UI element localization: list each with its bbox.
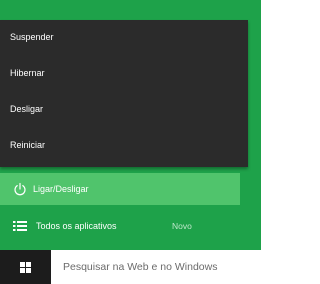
menu-item-hibernate[interactable]: Hibernar: [10, 63, 45, 83]
search-box[interactable]: [51, 250, 261, 284]
all-apps-label: Todos os aplicativos: [36, 221, 117, 231]
power-options-menu: Suspender Hibernar Desligar Reiniciar: [0, 20, 248, 167]
all-apps-list-icon: [13, 221, 27, 231]
windows-logo-icon[interactable]: [20, 262, 31, 273]
new-badge: Novo: [172, 221, 192, 231]
menu-item-restart[interactable]: Reiniciar: [10, 135, 45, 155]
menu-item-shutdown[interactable]: Desligar: [10, 99, 43, 119]
menu-item-suspend[interactable]: Suspender: [10, 27, 54, 47]
power-button[interactable]: Ligar/Desligar: [0, 173, 240, 205]
power-button-label: Ligar/Desligar: [33, 184, 89, 194]
all-apps-button[interactable]: Todos os aplicativos Novo: [0, 212, 261, 240]
start-menu: Suspender Hibernar Desligar Reiniciar Li…: [0, 0, 261, 250]
search-input[interactable]: [63, 250, 261, 284]
power-icon: [14, 182, 26, 196]
